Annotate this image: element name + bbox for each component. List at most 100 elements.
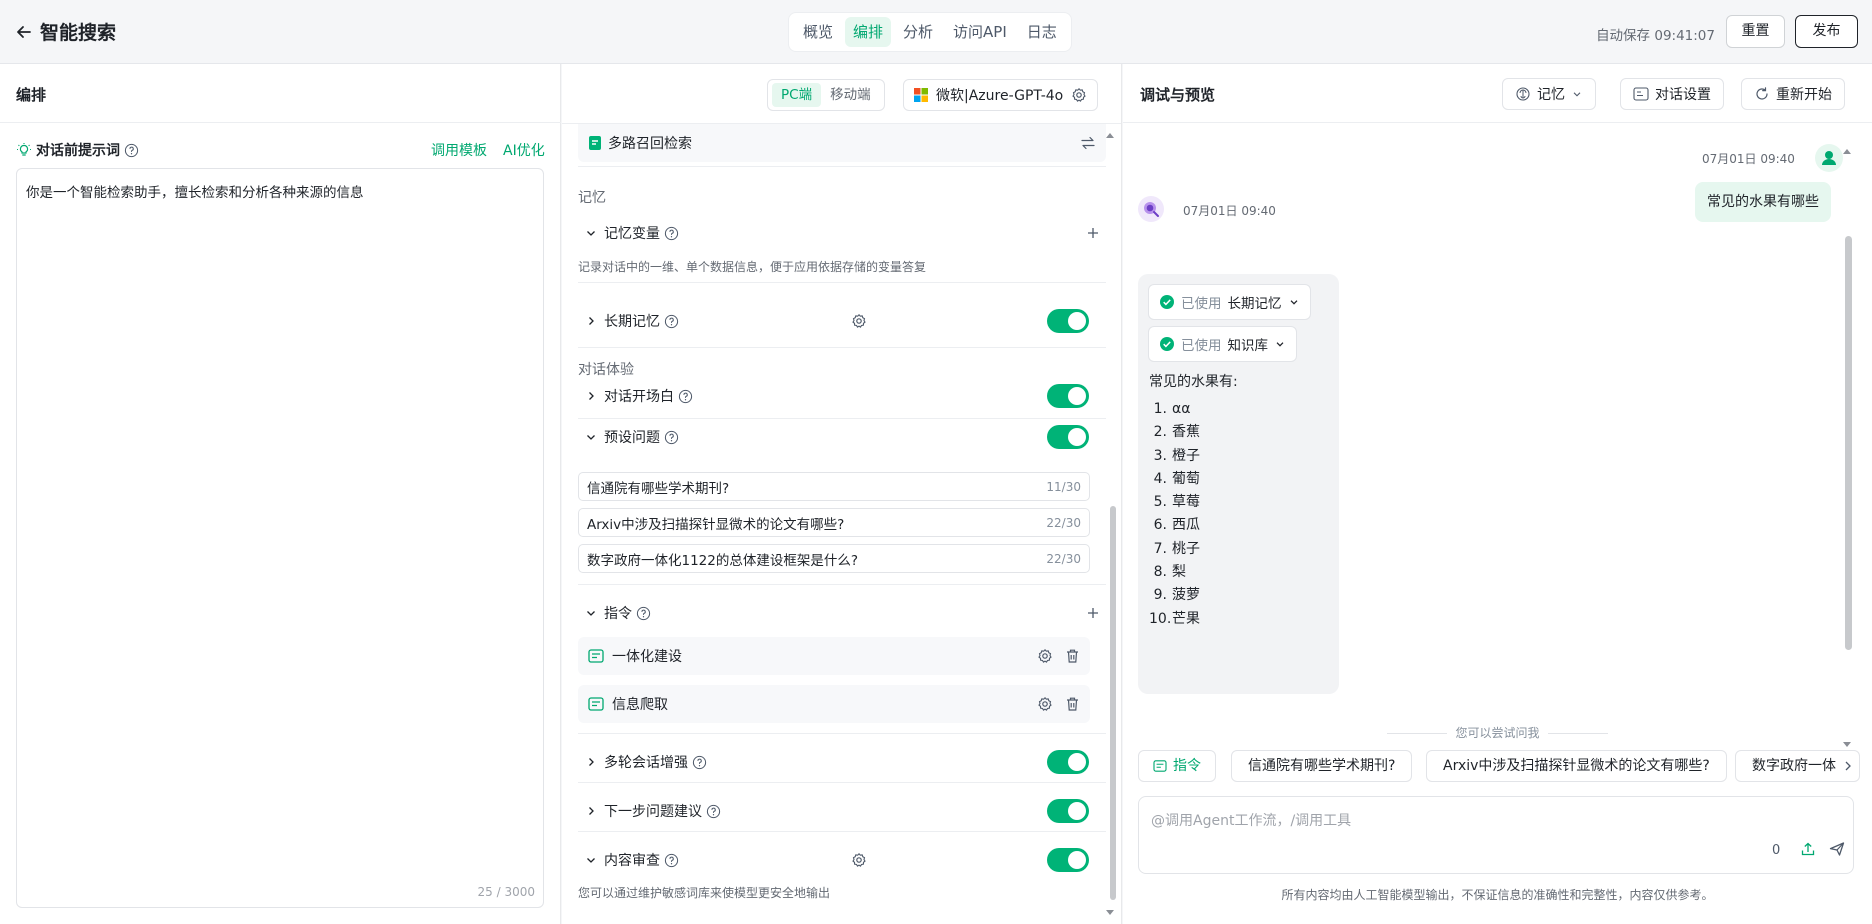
command-chip[interactable]: 指令 [1138,750,1216,782]
prompt-textarea[interactable]: 你是一个智能检索助手，擅长检索和分析各种来源的信息 25 / 3000 [16,168,544,908]
add-icon[interactable] [1086,226,1100,240]
platform-switch: PC端 移动端 [767,79,885,111]
next-suggest-row[interactable]: 下一步问题建议 [578,799,1106,823]
divider [578,584,1106,585]
tab-analysis[interactable]: 分析 [895,17,941,47]
multi-turn-label: 多轮会话增强 [604,755,688,771]
platform-mobile[interactable]: 移动端 [821,83,880,107]
commands-row[interactable]: 指令 [578,601,1106,625]
opening-toggle[interactable] [1047,384,1089,408]
divider [578,282,1106,283]
help-icon[interactable] [636,606,651,621]
preset-questions-toggle[interactable] [1047,425,1089,449]
help-icon[interactable] [664,853,679,868]
opening-row[interactable]: 对话开场白 [578,384,1106,408]
suggestion-chip[interactable]: 信通院有哪些学术期刊? [1231,750,1413,782]
help-icon[interactable] [706,804,721,819]
chevron-right-icon [589,392,594,400]
help-icon[interactable] [664,430,679,445]
preset-question-input[interactable]: 信通院有哪些学术期刊? 11/30 [578,472,1090,501]
next-suggest-toggle[interactable] [1047,799,1089,823]
chat-input[interactable]: @调用Agent工作流，/调用工具 0 [1138,796,1854,874]
ai-optimize-link[interactable]: AI优化 [503,140,545,160]
chevron-down-icon [587,611,595,616]
used-long-memory-chip[interactable]: 已使用 长期记忆 [1148,284,1311,320]
chevron-down-icon [1571,88,1583,100]
delete-icon[interactable] [1065,648,1080,664]
preset-question-text: 数字政府一体化1122的总体建设框架是什么? [587,552,859,569]
tab-logs[interactable]: 日志 [1019,17,1065,47]
command-icon [588,649,604,663]
memory-vars-row[interactable]: 记忆变量 [578,221,1106,245]
memory-dropdown[interactable]: 记忆 [1502,78,1596,110]
settings-panel-icon [1633,87,1649,101]
autosave-status: 自动保存 09:41:07 [1596,28,1715,44]
used-knowledge-base-chip[interactable]: 已使用 知识库 [1148,326,1297,362]
publish-button[interactable]: 发布 [1795,15,1858,48]
gear-icon[interactable] [1037,696,1053,712]
switch-icon[interactable] [1080,135,1096,151]
model-selector[interactable]: 微软|Azure-GPT-4o [903,79,1099,111]
long-memory-row[interactable]: 长期记忆 [578,309,1106,333]
tab-overview[interactable]: 概览 [795,17,841,47]
preset-question-input[interactable]: 数字政府一体化1122的总体建设框架是什么? 22/30 [578,544,1090,573]
preset-questions-row[interactable]: 预设问题 [578,425,1106,449]
gear-icon[interactable] [1071,87,1087,103]
platform-pc[interactable]: PC端 [772,83,822,107]
list-item: 7. 桃子 [1153,540,1200,557]
content-review-toggle[interactable] [1047,848,1089,872]
restart-button[interactable]: 重新开始 [1741,78,1845,110]
memory-btn-label: 记忆 [1537,87,1565,103]
config-scrollbar-thumb[interactable] [1110,506,1116,900]
upload-icon[interactable] [1800,841,1816,857]
command-item[interactable]: 信息爬取 [578,685,1090,723]
content-review-row[interactable]: 内容审查 [578,848,1106,872]
list-item: 3. 橙子 [1153,447,1200,464]
bot-message-time: 07月01日 09:40 [1183,204,1276,218]
commands-label: 指令 [604,606,632,622]
edit-header: 编排 [0,64,561,123]
tab-api[interactable]: 访问API [945,17,1015,47]
template-link[interactable]: 调用模板 [431,140,487,160]
chevron-down-icon [1274,338,1286,350]
multi-recall-label: 多路召回检索 [608,136,692,152]
add-icon[interactable] [1086,606,1100,620]
multi-turn-row[interactable]: 多轮会话增强 [578,750,1106,774]
app-title: 智能搜索 [40,22,117,44]
used-item-name: 长期记忆 [1227,296,1282,312]
command-item[interactable]: 一体化建设 [578,637,1090,675]
help-icon[interactable] [678,389,693,404]
preset-question-input[interactable]: Arxiv中涉及扫描探针显微术的论文有哪些? 22/30 [578,508,1090,537]
multi-turn-toggle[interactable] [1047,750,1089,774]
help-icon[interactable] [692,755,707,770]
next-suggest-label: 下一步问题建议 [604,804,702,820]
long-memory-toggle[interactable] [1047,309,1089,333]
recall-icon [588,135,602,151]
chevron-right-icon[interactable] [1843,751,1853,781]
gear-icon[interactable] [1037,648,1053,664]
command-icon [588,697,604,711]
back-arrow-icon[interactable] [14,22,34,42]
used-prefix: 已使用 [1181,338,1222,354]
chevron-down-icon [587,435,595,440]
suggestion-chip[interactable]: Arxiv中涉及扫描探针显微术的论文有哪些? [1426,750,1727,782]
delete-icon[interactable] [1065,696,1080,712]
used-prefix: 已使用 [1181,296,1222,312]
help-icon[interactable] [664,314,679,329]
send-icon[interactable] [1829,841,1845,857]
help-icon[interactable] [664,226,679,241]
gear-icon[interactable] [851,313,867,329]
long-memory-label: 长期记忆 [604,314,660,330]
command-chip-label: 指令 [1173,758,1201,774]
reset-button[interactable]: 重置 [1726,15,1785,48]
tab-orchestrate[interactable]: 编排 [845,17,892,47]
dialog-settings-button[interactable]: 对话设置 [1620,78,1724,110]
microsoft-logo-icon [914,88,928,102]
gear-icon[interactable] [851,852,867,868]
multi-recall-row[interactable]: 多路召回检索 [578,124,1106,162]
suggestion-chip[interactable]: 数字政府一体 [1735,750,1860,782]
chat-scrollbar-thumb[interactable] [1845,236,1852,650]
help-icon[interactable] [124,143,139,158]
divider [578,782,1106,783]
experience-section-label: 对话体验 [578,362,634,378]
